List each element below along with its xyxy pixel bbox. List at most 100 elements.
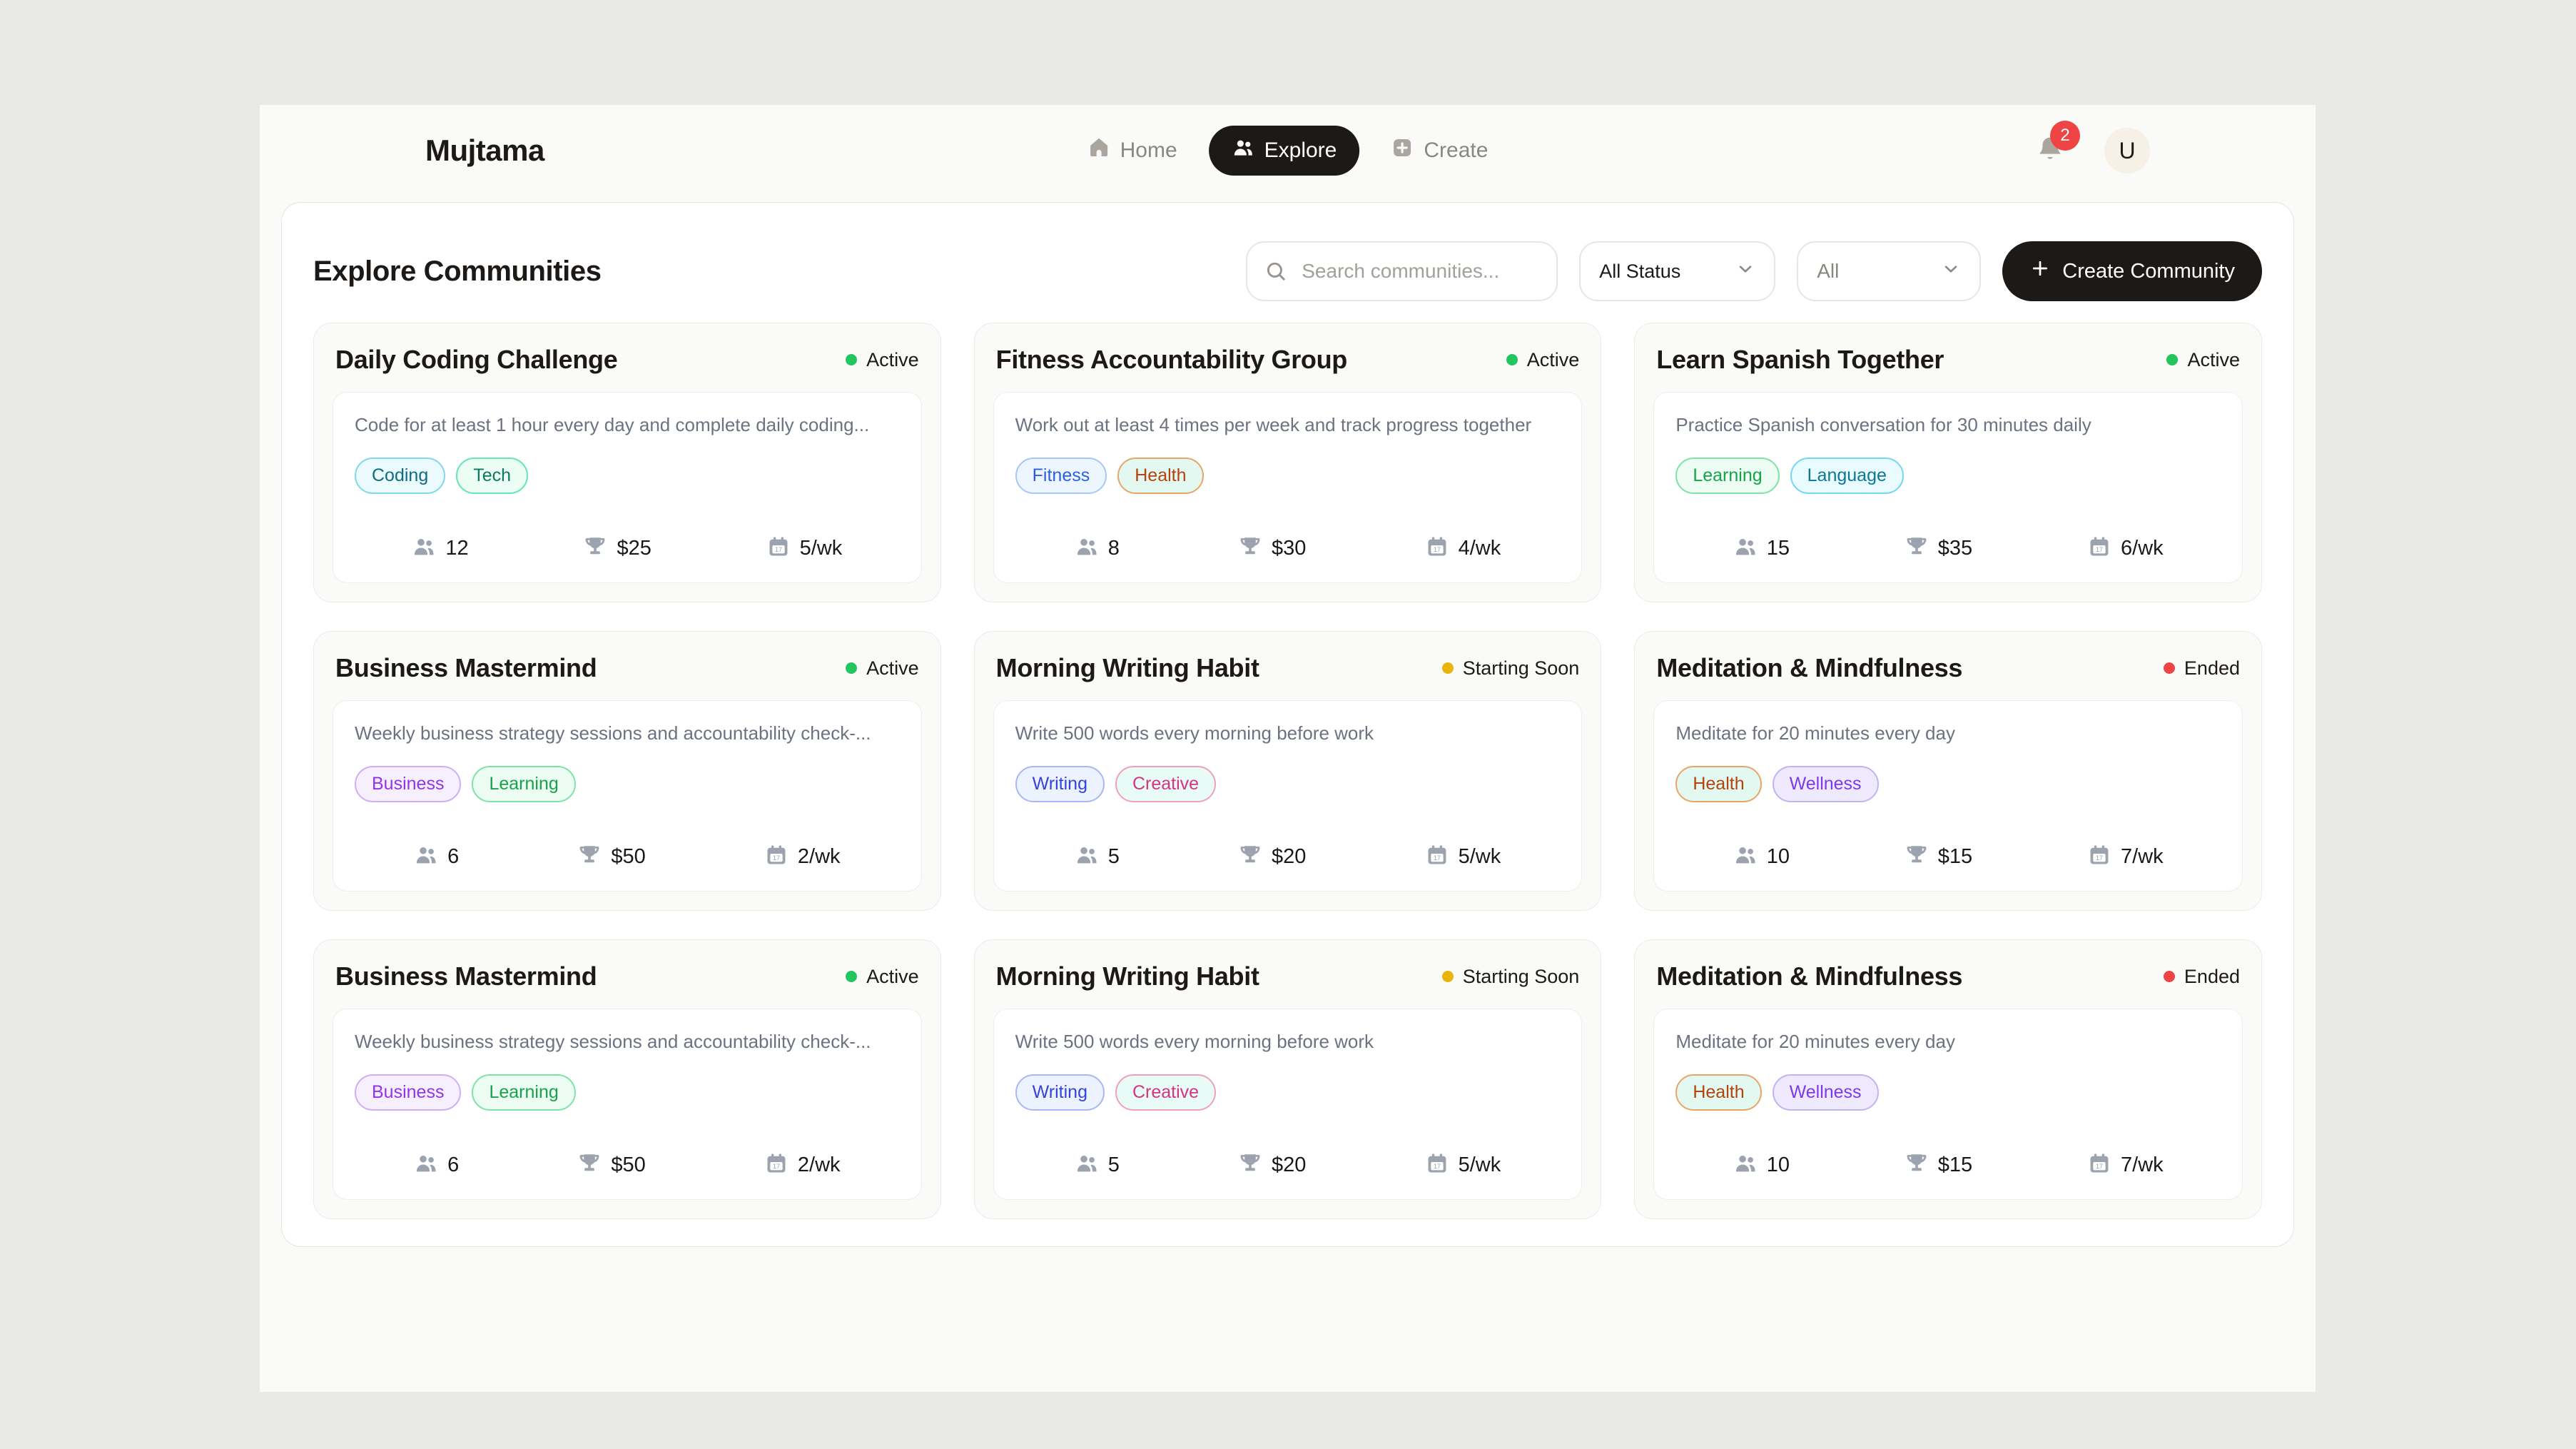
members-stat: 8 (1075, 535, 1120, 562)
stake-amount: $30 (1272, 537, 1306, 560)
community-title: Daily Coding Challenge (335, 345, 617, 375)
community-card[interactable]: Business Mastermind Active Weekly busine… (313, 631, 941, 911)
tag-language: Language (1790, 458, 1904, 494)
create-community-label: Create Community (2062, 260, 2235, 283)
members-count: 12 (445, 537, 468, 560)
card-body: Practice Spanish conversation for 30 min… (1653, 392, 2243, 583)
community-description: Write 500 words every morning before wor… (1015, 722, 1561, 744)
card-body: Meditate for 20 minutes every day Health… (1653, 700, 2243, 892)
stats-row: 5 $20 (1015, 1151, 1561, 1179)
tag-coding: Coding (355, 458, 445, 494)
stats-row: 6 $50 (355, 1151, 900, 1179)
calendar-icon: 17 (2087, 843, 2111, 871)
stats-row: 5 $20 (1015, 843, 1561, 871)
stake-amount: $25 (617, 537, 651, 560)
community-description: Weekly business strategy sessions and ac… (355, 1031, 900, 1053)
frequency-value: 7/wk (2121, 845, 2164, 869)
user-avatar[interactable]: U (2104, 128, 2150, 173)
nav-home-label: Home (1120, 138, 1177, 163)
users-icon (1733, 535, 1758, 562)
frequency-stat: 17 4/wk (1425, 535, 1501, 562)
category-filter-value: All (1817, 260, 1839, 283)
users-icon (1733, 1151, 1758, 1179)
nav-explore[interactable]: Explore (1209, 126, 1360, 176)
trophy-icon (1905, 1151, 1929, 1179)
stake-amount: $20 (1272, 1153, 1306, 1177)
filter-controls: All Status All (1246, 241, 2262, 301)
home-icon (1087, 136, 1110, 165)
community-card[interactable]: Meditation & Mindfulness Ended Meditate … (1634, 939, 2262, 1219)
stats-row: 10 $15 (1675, 1151, 2221, 1179)
stake-stat: $15 (1905, 1151, 1972, 1179)
card-header: Business Mastermind Active (333, 653, 922, 683)
members-count: 10 (1767, 845, 1790, 869)
tag-writing: Writing (1015, 1074, 1105, 1111)
community-card[interactable]: Meditation & Mindfulness Ended Meditate … (1634, 631, 2262, 911)
calendar-icon: 17 (2087, 535, 2111, 562)
bell-icon (2036, 154, 2064, 166)
tag-list: BusinessLearning (355, 1074, 900, 1111)
community-card[interactable]: Fitness Accountability Group Active Work… (974, 323, 1602, 602)
frequency-stat: 17 6/wk (2087, 535, 2164, 562)
community-card[interactable]: Morning Writing Habit Starting Soon Writ… (974, 631, 1602, 911)
frequency-stat: 17 2/wk (764, 1151, 841, 1179)
tag-list: HealthWellness (1675, 766, 2221, 802)
nav-home[interactable]: Home (1087, 136, 1177, 165)
calendar-icon: 17 (1425, 1151, 1449, 1179)
calendar-icon: 17 (764, 1151, 788, 1179)
members-count: 6 (447, 1153, 459, 1177)
stake-amount: $50 (611, 845, 645, 869)
community-card[interactable]: Business Mastermind Active Weekly busine… (313, 939, 941, 1219)
tag-health: Health (1117, 458, 1203, 494)
card-header: Business Mastermind Active (333, 961, 922, 991)
calendar-icon: 17 (766, 535, 791, 562)
users-icon (1075, 1151, 1099, 1179)
card-body: Weekly business strategy sessions and ac… (333, 1009, 922, 1200)
svg-text:17: 17 (775, 546, 782, 553)
category-filter-select[interactable]: All (1797, 241, 1981, 301)
tag-list: CodingTech (355, 458, 900, 494)
status-filter-select[interactable]: All Status (1579, 241, 1775, 301)
stats-row: 6 $50 (355, 843, 900, 871)
community-title: Business Mastermind (335, 653, 597, 683)
search-input[interactable] (1246, 241, 1558, 301)
svg-text:17: 17 (2096, 1163, 2103, 1170)
stake-stat: $20 (1238, 1151, 1306, 1179)
brand-logo: Mujtama (425, 133, 544, 168)
community-card[interactable]: Morning Writing Habit Starting Soon Writ… (974, 939, 1602, 1219)
card-body: Write 500 words every morning before wor… (993, 700, 1583, 892)
card-header: Morning Writing Habit Starting Soon (993, 961, 1583, 991)
status-dot-icon (1442, 662, 1454, 674)
community-description: Meditate for 20 minutes every day (1675, 1031, 2221, 1053)
tag-list: Writing Creative (1015, 766, 1561, 802)
members-stat: 6 (414, 1151, 459, 1179)
community-description: Meditate for 20 minutes every day (1675, 722, 2221, 744)
tag-health: Health (1675, 766, 1761, 802)
notification-badge: 2 (2050, 121, 2080, 151)
tag-fitness: Fitness (1015, 458, 1107, 494)
card-header: Meditation & Mindfulness Ended (1653, 961, 2243, 991)
card-header: Daily Coding Challenge Active (333, 345, 922, 375)
status-badge: Ended (2164, 966, 2240, 988)
tag-creative: Creative (1115, 766, 1216, 802)
stake-amount: $15 (1938, 845, 1972, 869)
members-count: 8 (1108, 537, 1120, 560)
search-box (1246, 241, 1558, 301)
calendar-icon: 17 (764, 843, 788, 871)
stake-amount: $50 (611, 1153, 645, 1177)
trophy-icon (583, 535, 607, 562)
tag-writing: Writing (1015, 766, 1105, 802)
create-community-button[interactable]: Create Community (2002, 241, 2262, 301)
card-body: Write 500 words every morning before wor… (993, 1009, 1583, 1200)
community-card[interactable]: Daily Coding Challenge Active Code for a… (313, 323, 941, 602)
community-card[interactable]: Learn Spanish Together Active Practice S… (1634, 323, 2262, 602)
stats-row: 8 $30 (1015, 535, 1561, 562)
tag-learning: Learning (472, 766, 575, 802)
notifications-button[interactable]: 2 (2036, 135, 2064, 167)
members-stat: 5 (1075, 843, 1120, 871)
plus-icon (2029, 258, 2051, 285)
status-filter-value: All Status (1599, 261, 1680, 283)
nav-create[interactable]: Create (1391, 136, 1488, 165)
stake-stat: $50 (577, 1151, 645, 1179)
members-count: 10 (1767, 1153, 1790, 1177)
